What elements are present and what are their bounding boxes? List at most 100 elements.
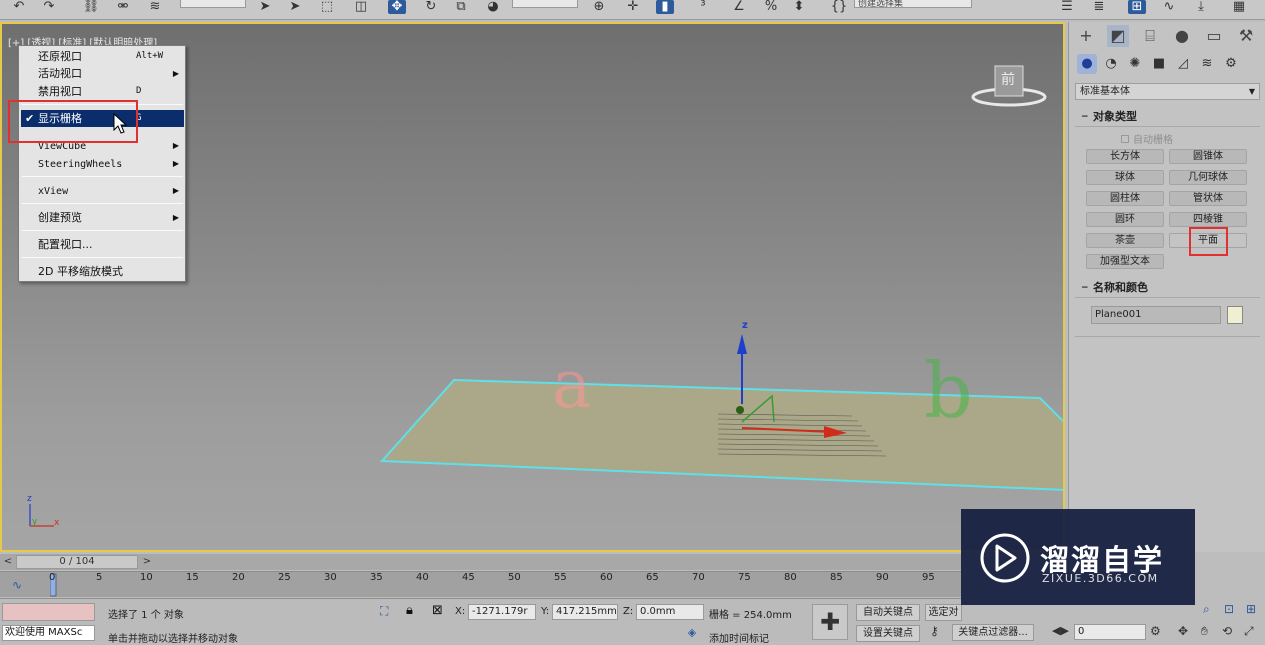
maximize-viewport-icon[interactable]: ⤢ [1244, 624, 1254, 639]
curve-editor-mini-icon[interactable]: ∿ [12, 578, 22, 592]
selection-lock-icon[interactable]: 🔒︎ [406, 603, 413, 618]
layout-icon[interactable]: ⊞ [1128, 0, 1146, 14]
render-setup-icon[interactable]: ▦ [1230, 0, 1248, 14]
box-button[interactable]: 长方体 [1086, 149, 1164, 164]
add-time-tag-text[interactable]: 添加时间标记 [709, 630, 769, 645]
select-and-scale-icon[interactable]: ⧉ [452, 0, 470, 14]
modify-tab-icon[interactable]: ◩ [1107, 25, 1129, 47]
menu-item-disable-viewport[interactable]: 禁用视口 D [21, 83, 184, 100]
reference-coordinate-dropdown[interactable] [512, 0, 578, 8]
utilities-tab-icon[interactable]: ⚒ [1235, 25, 1257, 47]
systems-icon[interactable]: ⚙ [1221, 54, 1241, 74]
select-and-move-icon[interactable]: ✥ [388, 0, 406, 14]
cylinder-button[interactable]: 圆柱体 [1086, 191, 1164, 206]
time-slider-prev[interactable]: < [1, 555, 15, 569]
zoom-all-icon[interactable]: ⊡ [1224, 602, 1234, 616]
orbit-icon[interactable]: ⟲ [1222, 624, 1232, 638]
frame-spinner-icon[interactable]: ◀▶ [1052, 624, 1069, 637]
object-type-rollout-header[interactable]: − 对象类型 [1075, 109, 1260, 125]
shapes-icon[interactable]: ◔ [1101, 54, 1121, 74]
object-color-swatch[interactable] [1227, 306, 1243, 324]
scene-explorer-icon[interactable]: ≣ [1090, 0, 1108, 14]
select-and-rotate-icon[interactable]: ↻ [422, 0, 440, 14]
textplus-button[interactable]: 加强型文本 [1086, 254, 1164, 269]
isolate-selection-icon[interactable]: ⛶ [380, 604, 388, 619]
cameras-icon[interactable]: ■ [1149, 54, 1169, 74]
named-selection-set-field[interactable]: 创建选择集 [854, 0, 972, 9]
set-key-big-icon[interactable]: ✚ [812, 604, 848, 640]
time-tag-icon[interactable]: ◈ [682, 626, 702, 642]
spinner-snap-icon[interactable]: ⬍ [790, 0, 808, 14]
object-name-input[interactable]: Plane001 [1091, 306, 1221, 324]
time-slider-thumb[interactable]: 0 / 104 [16, 555, 138, 569]
autogrid-checkbox[interactable]: 自动栅格 [1121, 131, 1173, 146]
edit-named-selection-icon[interactable]: {} [830, 0, 848, 14]
primitive-category-dropdown[interactable]: 标准基本体 ▼ [1075, 83, 1260, 100]
hand-pan-icon[interactable]: ✋︎ [1201, 624, 1208, 639]
tube-button[interactable]: 管状体 [1169, 191, 1247, 206]
menu-item-create-preview[interactable]: 创建预览 ▶ [21, 209, 184, 226]
time-slider[interactable]: < 0 / 104 > [0, 554, 962, 570]
select-manipulate-icon[interactable]: ✛ [624, 0, 642, 14]
select-object-icon[interactable]: ➤ [256, 0, 274, 14]
set-key-button[interactable]: 设置关键点 [856, 625, 920, 642]
menu-item-xview[interactable]: xView ▶ [21, 182, 184, 199]
name-color-rollout-header[interactable]: − 名称和颜色 [1075, 280, 1260, 296]
absolute-mode-icon[interactable]: ⊠ [432, 603, 443, 618]
select-place-icon[interactable]: ◕ [484, 0, 502, 14]
curve-editor-icon[interactable]: ∿ [1160, 0, 1178, 14]
motion-tab-icon[interactable]: ● [1171, 25, 1193, 47]
cone-button[interactable]: 圆锥体 [1169, 149, 1247, 164]
menu-item-2d-pan-zoom[interactable]: 2D 平移缩放模式 [21, 263, 184, 280]
sphere-button[interactable]: 球体 [1086, 170, 1164, 185]
menu-item-restore-viewport[interactable]: 还原视口 Alt+W [21, 48, 184, 65]
selection-filter-dropdown[interactable] [180, 0, 246, 8]
menu-item-active-viewport[interactable]: 活动视口 ▶ [21, 65, 184, 82]
auto-key-button[interactable]: 自动关键点 [856, 604, 920, 621]
track-bar[interactable]: ∿ 0 5 10 15 20 25 30 35 40 45 50 55 60 6… [0, 571, 962, 597]
zoom-icon[interactable]: ⌕ [1203, 602, 1210, 617]
maxscript-listener-field[interactable] [2, 603, 95, 621]
time-slider-next[interactable]: > [140, 555, 154, 569]
pivot-center-icon[interactable]: ⊕ [590, 0, 608, 14]
bind-space-warp-icon[interactable]: ≋ [146, 0, 164, 14]
lights-icon[interactable]: ✺ [1125, 54, 1145, 74]
y-coordinate-field[interactable]: 417.215mm [552, 604, 618, 620]
display-tab-icon[interactable]: ▭ [1203, 25, 1225, 47]
keyboard-shortcut-override-icon[interactable]: ▮ [656, 0, 674, 14]
key-filters-button[interactable]: 关键点过滤器... [952, 624, 1034, 641]
space-warps-icon[interactable]: ≋ [1197, 54, 1217, 74]
geosphere-button[interactable]: 几何球体 [1169, 170, 1247, 185]
select-by-name-icon[interactable]: ➤ [286, 0, 304, 14]
rectangular-selection-icon[interactable]: ⬚ [318, 0, 336, 14]
teapot-button[interactable]: 茶壶 [1086, 233, 1164, 248]
key-mode-icon[interactable]: ⚷ [930, 624, 950, 640]
shape-letter-b[interactable]: b [924, 346, 973, 435]
helpers-icon[interactable]: ◿ [1173, 54, 1193, 74]
geometry-icon[interactable]: ● [1077, 54, 1097, 74]
z-coordinate-field[interactable]: 0.0mm [636, 604, 704, 620]
hierarchy-tab-icon[interactable]: ⌸ [1139, 25, 1161, 47]
current-frame-field[interactable]: 0 [1074, 624, 1146, 640]
snaps-toggle-icon[interactable]: ³ [694, 0, 712, 14]
percent-snap-icon[interactable]: % [762, 0, 780, 14]
torus-button[interactable]: 圆环 [1086, 212, 1164, 227]
zoom-extents-icon[interactable]: ⊞ [1246, 602, 1256, 616]
create-tab-icon[interactable]: + [1075, 25, 1097, 47]
redo-icon[interactable]: ↷ [40, 0, 58, 14]
pyramid-button[interactable]: 四棱锥 [1169, 212, 1247, 227]
shape-letter-a[interactable]: a [552, 346, 591, 423]
x-coordinate-field[interactable]: -1271.179r [468, 604, 536, 620]
pan-icon[interactable]: ✥ [1178, 624, 1188, 638]
angle-snap-icon[interactable]: ∠ [730, 0, 748, 14]
menu-item-steeringwheels[interactable]: SteeringWheels ▶ [21, 155, 184, 172]
window-crossing-icon[interactable]: ◫ [352, 0, 370, 14]
unlink-icon[interactable]: ⚮ [114, 0, 132, 14]
undo-icon[interactable]: ↶ [10, 0, 28, 14]
selected-dropdown[interactable]: 选定对 [925, 604, 962, 621]
menu-item-configure-viewports[interactable]: 配置视口... [21, 236, 184, 253]
link-icon[interactable]: ⛓ [82, 0, 100, 14]
maxscript-mini-listener[interactable]: 欢迎使用 MAXSc [2, 625, 95, 641]
time-config-icon[interactable]: ⚙ [1150, 624, 1161, 638]
viewcube-front-label[interactable]: 前 [1001, 69, 1015, 89]
